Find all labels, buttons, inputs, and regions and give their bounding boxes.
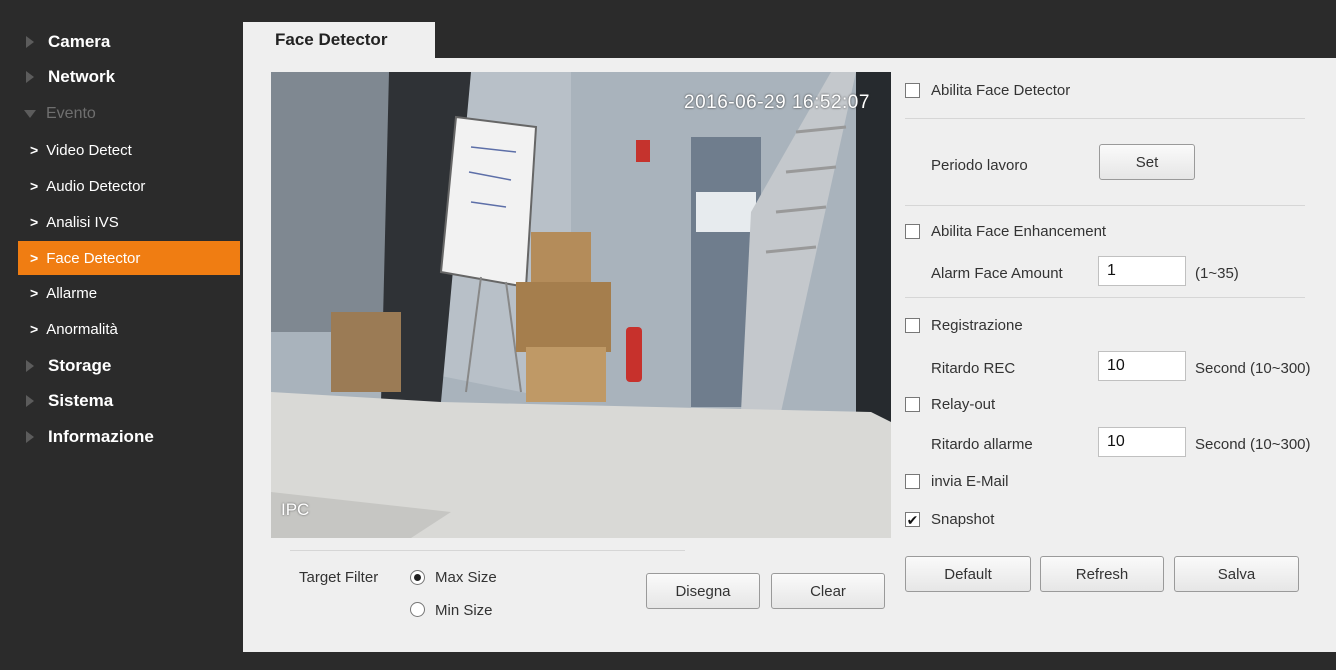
recording-checkbox[interactable] bbox=[905, 318, 920, 333]
send-email-checkbox[interactable] bbox=[905, 474, 920, 489]
triangle-right-icon bbox=[26, 36, 34, 48]
sidebar-item-label: Anormalità bbox=[46, 320, 118, 338]
triangle-right-icon bbox=[26, 431, 34, 443]
sidebar-subitem-allarme[interactable]: > Allarme bbox=[0, 276, 242, 310]
send-email-label: invia E-Mail bbox=[931, 473, 1009, 490]
snapshot-label: Snapshot bbox=[931, 511, 995, 528]
sidebar-subitem-anormalita[interactable]: > Anormalità bbox=[0, 312, 242, 346]
sidebar-item-label: Camera bbox=[48, 32, 111, 51]
relay-out-checkbox[interactable] bbox=[905, 397, 920, 412]
enable-face-detector-label: Abilita Face Detector bbox=[931, 82, 1071, 99]
default-button[interactable]: Default bbox=[905, 556, 1031, 592]
alarm-delay-label: Ritardo allarme bbox=[931, 436, 1033, 453]
rec-delay-input[interactable]: 10 bbox=[1098, 351, 1186, 381]
video-preview[interactable] bbox=[271, 72, 891, 538]
sidebar-item-label: Evento bbox=[46, 105, 96, 122]
sidebar-item-network[interactable]: Network bbox=[0, 60, 242, 94]
divider bbox=[905, 205, 1305, 206]
work-period-label: Periodo lavoro bbox=[931, 157, 1028, 174]
set-button[interactable]: Set bbox=[1099, 144, 1195, 180]
alarm-face-amount-range: (1~35) bbox=[1195, 265, 1239, 282]
sidebar-item-label: Network bbox=[48, 67, 116, 86]
sidebar-item-label: Face Detector bbox=[46, 249, 141, 267]
sidebar-subitem-audio-detector[interactable]: > Audio Detector bbox=[0, 169, 242, 203]
chevron-right-icon: > bbox=[30, 321, 39, 337]
video-timestamp: 2016-06-29 16:52:07 bbox=[684, 92, 870, 113]
sidebar-item-label: Informazione bbox=[48, 427, 154, 446]
radio-max-size[interactable] bbox=[410, 570, 425, 585]
camera-scene-image bbox=[271, 72, 891, 538]
sidebar-item-label: Sistema bbox=[48, 391, 114, 410]
radio-min-size[interactable] bbox=[410, 602, 425, 617]
sidebar-item-label: Audio Detector bbox=[46, 177, 146, 195]
snapshot-checkbox[interactable]: ✔ bbox=[905, 512, 920, 527]
chevron-right-icon: > bbox=[30, 142, 39, 158]
rec-delay-unit: Second (10~300) bbox=[1195, 360, 1311, 377]
chevron-right-icon: > bbox=[30, 250, 39, 266]
triangle-right-icon bbox=[26, 395, 34, 407]
draw-button[interactable]: Disegna bbox=[646, 573, 760, 609]
enable-face-enhancement-checkbox[interactable] bbox=[905, 224, 920, 239]
radio-min-size-label: Min Size bbox=[435, 602, 493, 619]
save-button[interactable]: Salva bbox=[1174, 556, 1299, 592]
sidebar-item-camera[interactable]: Camera bbox=[0, 25, 242, 59]
triangle-right-icon bbox=[26, 71, 34, 83]
sidebar-item-evento[interactable]: Evento bbox=[0, 97, 242, 131]
rec-delay-label: Ritardo REC bbox=[931, 360, 1016, 377]
sidebar-item-label: Analisi IVS bbox=[46, 213, 119, 231]
checkmark-icon: ✔ bbox=[906, 511, 919, 528]
sidebar-item-storage[interactable]: Storage bbox=[0, 349, 242, 383]
clear-button[interactable]: Clear bbox=[771, 573, 885, 609]
sidebar-item-sistema[interactable]: Sistema bbox=[0, 384, 242, 418]
target-filter-label: Target Filter bbox=[299, 569, 379, 586]
relay-out-label: Relay-out bbox=[931, 396, 996, 413]
sidebar-subitem-video-detect[interactable]: > Video Detect bbox=[0, 133, 242, 167]
triangle-right-icon bbox=[26, 360, 34, 372]
alarm-face-amount-input[interactable]: 1 bbox=[1098, 256, 1186, 286]
sidebar-item-label: Video Detect bbox=[46, 141, 132, 159]
recording-label: Registrazione bbox=[931, 317, 1023, 334]
triangle-down-icon bbox=[24, 110, 36, 118]
sidebar-subitem-face-detector[interactable]: > Face Detector bbox=[18, 241, 240, 275]
chevron-right-icon: > bbox=[30, 285, 39, 301]
divider bbox=[905, 297, 1305, 298]
divider bbox=[905, 118, 1305, 119]
refresh-button[interactable]: Refresh bbox=[1040, 556, 1164, 592]
enable-face-enhancement-label: Abilita Face Enhancement bbox=[931, 223, 1107, 240]
sidebar-item-informazione[interactable]: Informazione bbox=[0, 420, 242, 454]
chevron-right-icon: > bbox=[30, 178, 39, 194]
sidebar-item-label: Allarme bbox=[46, 284, 98, 302]
chevron-right-icon: > bbox=[30, 214, 39, 230]
alarm-face-amount-label: Alarm Face Amount bbox=[931, 265, 1063, 282]
sidebar-subitem-analisi-ivs[interactable]: > Analisi IVS bbox=[0, 205, 242, 239]
alarm-delay-unit: Second (10~300) bbox=[1195, 436, 1311, 453]
tab-label: Face Detector bbox=[275, 30, 388, 49]
video-channel-label: IPC bbox=[281, 500, 310, 519]
enable-face-detector-checkbox[interactable] bbox=[905, 83, 920, 98]
radio-max-size-label: Max Size bbox=[435, 569, 497, 586]
divider bbox=[290, 550, 685, 551]
alarm-delay-input[interactable]: 10 bbox=[1098, 427, 1186, 457]
tab-face-detector[interactable]: Face Detector bbox=[243, 22, 435, 58]
sidebar-item-label: Storage bbox=[48, 356, 112, 375]
